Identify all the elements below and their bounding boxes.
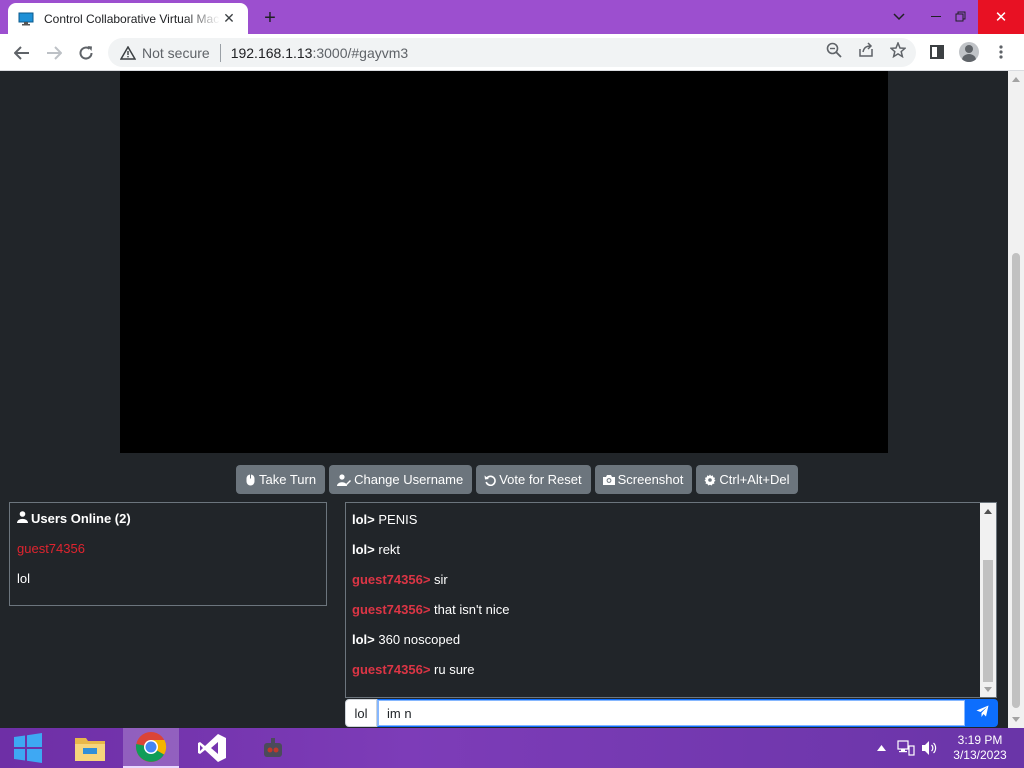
chat-message-text: ru sure [430,662,475,677]
chrome-icon[interactable] [123,728,179,768]
windows-start-icon[interactable] [0,728,56,768]
url-text[interactable]: 192.168.1.13:3000/#gayvm3 [231,45,408,61]
tab-close-icon[interactable]: ✕ [220,10,238,28]
chat-scrollbar-thumb[interactable] [983,560,993,682]
chat-message-text: sir [430,572,448,587]
address-divider [219,43,221,62]
gear-icon [704,474,716,486]
vote-reset-label: Vote for Reset [499,472,582,487]
users-online-header: Users Online (2) [17,511,319,526]
chat-message-user: guest74356> [352,662,431,677]
bookmark-star-icon[interactable] [886,38,910,62]
tab-title: Control Collaborative Virtual Machine! [44,11,220,26]
take-turn-label: Take Turn [259,472,317,487]
ctrl-alt-del-button[interactable]: Ctrl+Alt+Del [696,465,799,494]
url-host: 192.168.1.13 [230,44,313,61]
vote-reset-button[interactable]: Vote for Reset [476,465,591,494]
app-icon[interactable] [245,728,301,768]
users-online-title: Users Online (2) [31,511,131,526]
avatar [959,42,979,62]
visual-studio-icon[interactable] [184,728,240,768]
taskbar: 3:19 PM 3/13/2023 [0,728,1024,768]
chat-message: lol> rekt [352,542,976,572]
send-button[interactable] [966,699,998,727]
chat-message-text: 360 noscoped [374,632,461,647]
scroll-down-icon[interactable] [1012,717,1020,722]
user-icon [17,511,28,526]
change-username-label: Change Username [354,472,464,487]
user-list-item[interactable]: guest74356 [17,541,319,556]
zoom-icon[interactable] [822,38,846,62]
plus-icon[interactable]: + [258,6,282,30]
chat-message-text: that isn't nice [430,602,510,617]
file-explorer-icon[interactable] [62,728,118,768]
chat-scrollbar[interactable] [980,503,996,697]
side-panel-icon[interactable] [924,39,950,65]
camera-icon [602,474,615,486]
users-online-panel: Users Online (2) guest74356 lol [9,502,327,606]
browser-tab[interactable]: Control Collaborative Virtual Machine! ✕ [8,3,248,34]
address-bar[interactable]: Not secure 192.168.1.13:3000/#gayvm3 [108,38,916,67]
screenshot-label: Screenshot [617,472,684,487]
scroll-up-icon[interactable] [984,509,992,514]
chat-message-user: guest74356> [352,572,431,587]
url-path: :3000/#gayvm3 [312,44,409,61]
user-edit-icon [337,473,352,486]
scroll-up-icon[interactable] [1012,77,1020,82]
vm-screen[interactable] [120,71,888,453]
browser-toolbar: Not secure 192.168.1.13:3000/#gayvm3 [0,34,1024,71]
chat-message-user: guest74356> [352,602,431,617]
chat-message-user: lol> [352,542,375,557]
page-scrollbar-thumb[interactable] [1012,253,1020,708]
scroll-down-icon[interactable] [984,687,992,692]
chat-message-user: lol> [352,512,375,527]
close-icon[interactable]: ✕ [978,0,1024,34]
screenshot-button[interactable]: Screenshot [594,465,693,494]
browser-tab-strip: Control Collaborative Virtual Machine! ✕… [0,0,1024,34]
chat-message-text: rekt [374,542,401,557]
paper-plane-icon [976,705,989,721]
monitor-icon [18,12,34,26]
take-turn-button[interactable]: Take Turn [236,465,326,494]
kebab-menu-icon[interactable] [988,39,1014,65]
chat-messages: lol> PENIS lol> rekt guest74356> sir gue… [346,503,982,697]
chat-message-input[interactable] [377,699,966,727]
reload-icon[interactable] [72,39,100,67]
chevron-up-icon[interactable] [874,740,888,756]
mouse-icon [244,474,256,486]
ctrl-alt-del-label: Ctrl+Alt+Del [719,472,790,487]
clock-date: 3/13/2023 [953,748,1007,762]
warning-icon[interactable] [120,45,136,61]
chat-message: lol> 360 noscoped [352,632,976,662]
system-clock[interactable]: 3:19 PM 3/13/2023 [944,733,1016,763]
share-icon[interactable] [854,38,878,62]
profile-avatar-icon[interactable] [956,39,982,65]
undo-icon [484,474,496,486]
chat-message-user: lol> [352,632,375,647]
chat-input-row: lol [345,699,998,727]
security-label[interactable]: Not secure [142,45,210,61]
chat-message: lol> PENIS [352,512,976,542]
chat-username-badge: lol [345,699,377,727]
chat-message: guest74356> sir [352,572,976,602]
user-list-item[interactable]: lol [17,571,319,586]
back-icon[interactable] [8,39,36,67]
chat-message-text: PENIS [374,512,418,527]
chat-message: guest74356> that isn't nice [352,602,976,632]
chat-panel: lol> PENIS lol> rekt guest74356> sir gue… [345,502,997,698]
forward-icon[interactable] [40,39,68,67]
network-icon[interactable] [896,740,916,756]
page-content: Take Turn Change Username Vote for Reset… [0,71,1008,728]
page-scrollbar[interactable] [1008,71,1024,728]
change-username-button[interactable]: Change Username [329,465,473,494]
vm-button-row: Take Turn Change Username Vote for Reset… [236,465,799,494]
chat-message: guest74356> ru sure [352,662,976,692]
clock-time: 3:19 PM [957,733,1003,747]
chevron-down-icon[interactable] [882,0,916,34]
volume-icon[interactable] [920,740,940,756]
restore-icon[interactable] [944,0,978,34]
